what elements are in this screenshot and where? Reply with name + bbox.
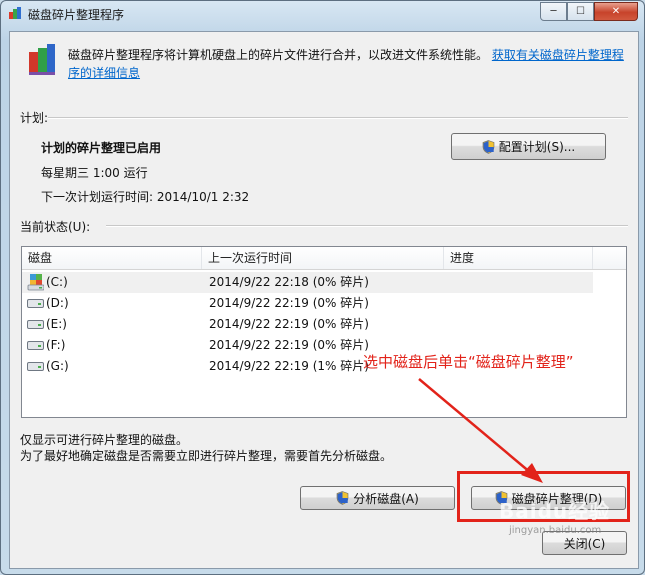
disk-last-run: 2014/9/22 22:19 (0% 碎片) [209,296,369,310]
status-section-label: 当前状态(U): [20,220,91,234]
disk-last-run: 2014/9/22 22:19 (0% 碎片) [209,317,369,331]
minimize-button[interactable]: ─ [540,2,567,21]
hard-drive-icon [27,341,44,350]
schedule-next-run: 下一次计划运行时间: 2014/10/1 2:32 [41,190,250,204]
defrag-window: 磁盘碎片整理程序 ─ ☐ ✕ 磁盘碎片整理程序将计算机硬盘上的碎片文件进行合并，… [0,0,645,575]
hard-drive-icon [27,299,44,308]
column-progress[interactable]: 进度 [444,247,593,269]
disk-name: (E:) [46,317,67,331]
disk-name: (D:) [46,296,69,310]
maximize-button[interactable]: ☐ [567,2,594,21]
hard-drive-icon [27,320,44,329]
watermark-url: jingyan.baidu.com [509,525,602,536]
intro-text: 磁盘碎片整理程序将计算机硬盘上的碎片文件进行合并，以改进文件系统性能。 获取有关… [68,46,628,82]
system-drive-icon [27,274,44,291]
disk-last-run: 2014/9/22 22:19 (1% 碎片) [209,359,369,373]
configure-schedule-label: 配置计划(S)... [498,140,576,154]
watermark-logo: Baidu经验 [499,499,611,523]
disk-name: (F:) [46,338,66,352]
defrag-app-icon [9,7,21,19]
disk-row[interactable]: (C:) 2014/9/22 22:18 (0% 碎片) [22,272,593,293]
title-bar[interactable]: 磁盘碎片整理程序 ─ ☐ ✕ [1,1,644,25]
caption-buttons: ─ ☐ ✕ [540,2,638,21]
intro-description: 磁盘碎片整理程序将计算机硬盘上的碎片文件进行合并，以改进文件系统性能。 [68,48,489,62]
analyze-disk-button[interactable]: 分析磁盘(A) [300,486,455,510]
uac-shield-icon [482,139,495,154]
note-line-2: 为了最好地确定磁盘是否需要立即进行碎片整理，需要首先分析磁盘。 [20,449,393,463]
list-empty-gutter [593,270,625,417]
column-disk[interactable]: 磁盘 [22,247,202,269]
note-line-1: 仅显示可进行碎片整理的磁盘。 [20,433,189,447]
schedule-section-label: 计划: [20,111,49,125]
uac-shield-icon [336,491,349,505]
annotation-text: 选中磁盘后单击“磁盘碎片整理” [363,353,574,371]
disk-list[interactable]: 磁盘 上一次运行时间 进度 (C:) 2014/9/22 22:18 (0% 碎… [21,246,627,418]
status-divider [106,225,628,227]
analyze-disk-label: 分析磁盘(A) [353,491,419,506]
schedule-status: 计划的碎片整理已启用 [41,141,162,155]
column-last-run[interactable]: 上一次运行时间 [202,247,444,269]
schedule-frequency: 每星期三 1:00 运行 [41,166,148,180]
disk-last-run: 2014/9/22 22:18 (0% 碎片) [209,275,369,289]
list-header: 磁盘 上一次运行时间 进度 [22,247,626,270]
disk-last-run: 2014/9/22 22:19 (0% 碎片) [209,338,369,352]
configure-schedule-button[interactable]: 配置计划(S)... [451,133,606,160]
disk-row[interactable]: (E:) 2014/9/22 22:19 (0% 碎片) [22,314,593,335]
defrag-header-icon [29,44,55,75]
schedule-divider [48,117,628,119]
disk-name: (C:) [46,275,68,289]
disk-row[interactable]: (D:) 2014/9/22 22:19 (0% 碎片) [22,293,593,314]
close-window-button[interactable]: ✕ [594,2,638,21]
window-title: 磁盘碎片整理程序 [28,8,125,22]
disk-name: (G:) [46,359,69,373]
close-label: 关闭(C) [563,536,606,551]
hard-drive-icon [27,362,44,371]
